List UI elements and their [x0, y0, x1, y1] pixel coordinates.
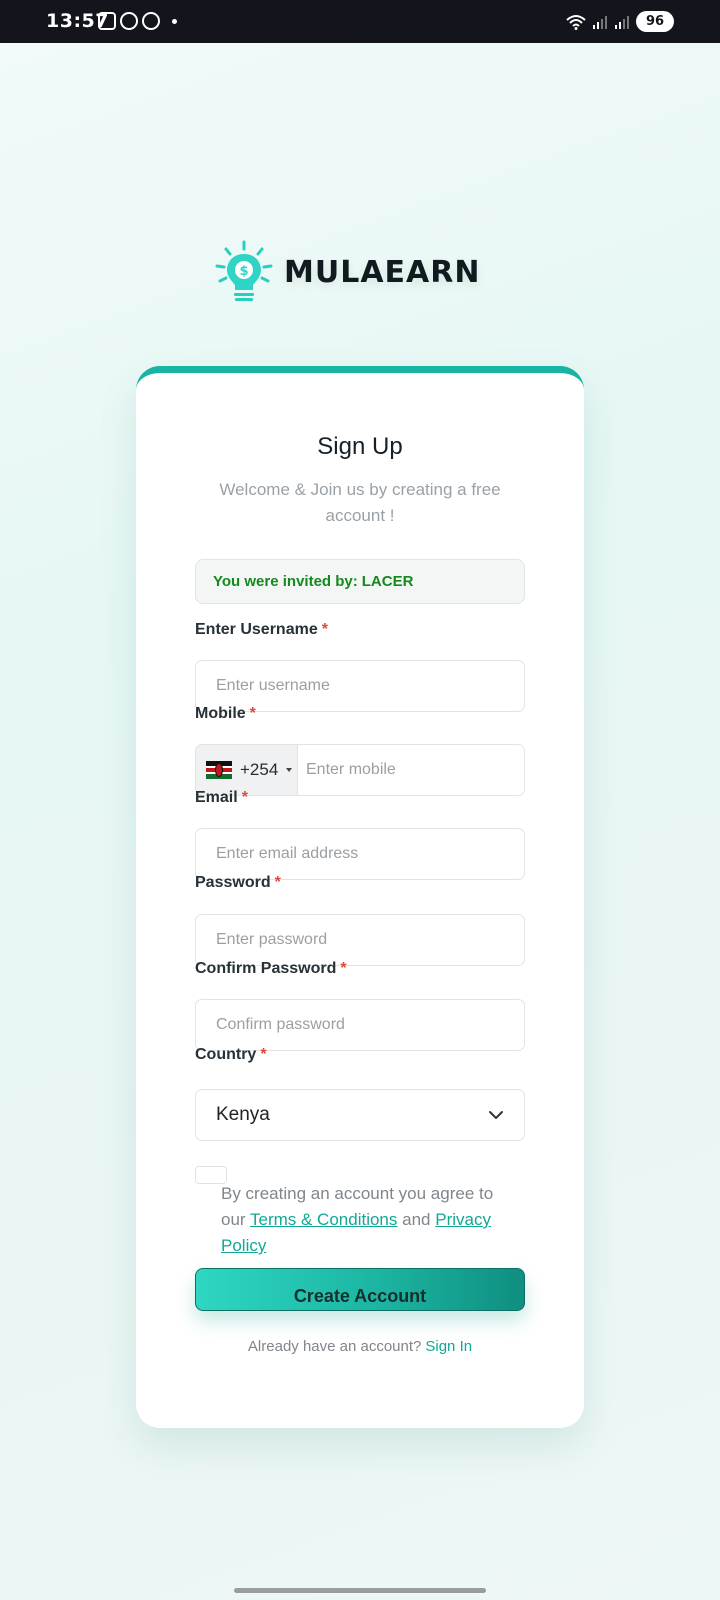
page-subtitle: Welcome & Join us by creating a free acc…	[219, 480, 501, 525]
whatsapp-icon	[120, 12, 138, 30]
chevron-down-icon	[489, 1111, 503, 1119]
caret-down-icon	[286, 768, 293, 772]
country-code: +254	[240, 760, 279, 779]
status-bar: 13:57 96	[0, 0, 720, 43]
battery-icon: 96	[636, 11, 674, 32]
brand-name: MULAEARN	[284, 254, 481, 290]
email-label: Email *	[195, 789, 248, 807]
required-mark: *	[260, 1046, 267, 1063]
password-input[interactable]	[195, 914, 525, 966]
country-value: Kenya	[216, 1104, 270, 1125]
required-mark: *	[340, 960, 347, 977]
mobile-label: Mobile *	[195, 705, 256, 723]
kenya-flag-icon	[206, 761, 232, 779]
password-label: Password *	[195, 874, 281, 892]
required-mark: *	[241, 789, 248, 806]
country-label: Country *	[195, 1046, 267, 1064]
terms-text-and: and	[402, 1210, 431, 1229]
mobile-input[interactable]	[298, 745, 524, 795]
email-label-text: Email	[195, 789, 238, 806]
home-indicator[interactable]	[234, 1588, 486, 1593]
whatsapp-icon	[142, 12, 160, 30]
svg-text:$: $	[239, 264, 248, 279]
terms-text: By creating an account you agree to our …	[221, 1181, 511, 1259]
invite-banner: You were invited by: LACER	[195, 559, 525, 604]
signal-icon	[615, 15, 629, 29]
email-input[interactable]	[195, 828, 525, 880]
required-mark: *	[274, 874, 281, 891]
confirm-password-input[interactable]	[195, 999, 525, 1051]
invite-prefix: You were invited by:	[213, 573, 358, 590]
signin-prompt: Already have an account?	[247, 1338, 422, 1355]
required-mark: *	[249, 705, 256, 722]
signal-icon	[593, 15, 607, 29]
page-title: Sign Up	[317, 433, 403, 460]
country-code-selector[interactable]: +254	[196, 745, 298, 795]
username-label-text: Enter Username	[195, 621, 318, 638]
required-mark: *	[321, 621, 328, 638]
confirm-password-label: Confirm Password *	[195, 960, 347, 978]
confirm-password-label-text: Confirm Password	[195, 960, 337, 977]
brand-logo: $ MULAEARN	[214, 240, 480, 304]
username-label: Enter Username *	[195, 621, 328, 639]
inviter-name: LACER	[361, 573, 414, 590]
create-account-button[interactable]: Create Account	[195, 1268, 525, 1311]
signup-card: Sign Up Welcome & Join us by creating a …	[136, 366, 584, 1428]
password-label-text: Password	[195, 874, 271, 891]
status-right: 96	[566, 11, 674, 32]
country-select[interactable]: Kenya	[195, 1089, 525, 1141]
lightbulb-dollar-icon: $	[215, 240, 273, 301]
messenger-icon	[98, 12, 116, 30]
more-notifications-dot-icon	[172, 18, 177, 24]
wifi-icon	[566, 14, 586, 30]
signin-row: Already have an account? Sign In	[136, 1338, 584, 1355]
signin-link[interactable]: Sign In	[425, 1338, 472, 1355]
notification-icons	[98, 12, 177, 30]
terms-link[interactable]: Terms & Conditions	[250, 1210, 397, 1229]
mobile-label-text: Mobile	[195, 705, 246, 722]
country-label-text: Country	[195, 1046, 257, 1063]
